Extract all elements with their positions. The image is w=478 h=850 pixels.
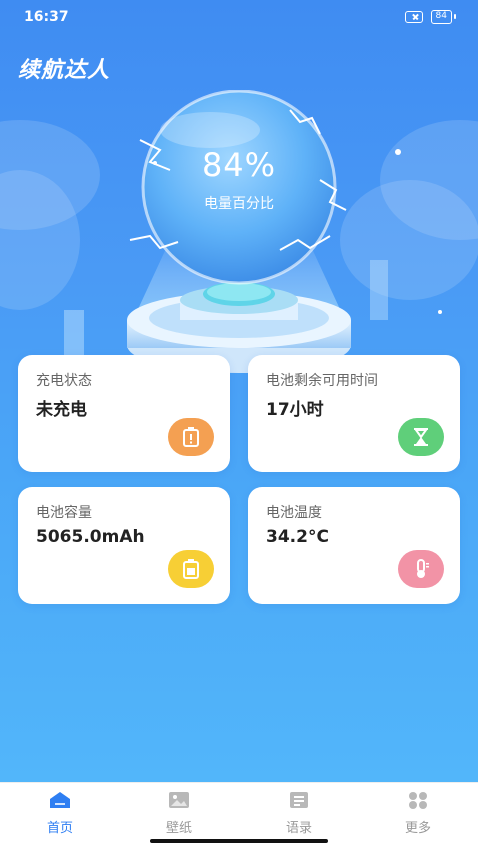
wallpaper-icon — [168, 791, 190, 809]
status-time: 16:37 — [24, 9, 69, 25]
nav-item-wallpaper[interactable]: 壁纸 — [139, 791, 219, 836]
charging-status-card[interactable]: 充电状态 未充电 — [18, 355, 230, 472]
battery-status-icon: 84 — [430, 10, 457, 24]
status-icons: 84 — [404, 10, 457, 24]
card-value: 17小时 — [266, 400, 324, 420]
more-grid-icon — [407, 791, 429, 809]
battery-percentage: 84% — [201, 146, 277, 184]
thermometer-icon — [398, 550, 444, 588]
card-label: 电池温度 — [266, 505, 322, 521]
battery-capacity-card[interactable]: 电池容量 5065.0mAh — [18, 487, 230, 604]
nav-item-quotes[interactable]: 语录 — [259, 791, 339, 836]
status-bar: 16:37 84 — [0, 0, 478, 36]
card-label: 电池容量 — [36, 505, 92, 521]
nav-label: 壁纸 — [165, 821, 192, 836]
battery-orb-illustration — [64, 90, 442, 373]
nav-label: 语录 — [285, 821, 312, 836]
card-value: 未充电 — [36, 400, 87, 420]
card-value: 34.2°C — [266, 527, 329, 547]
card-label: 电池剩余可用时间 — [266, 373, 378, 389]
remaining-time-card[interactable]: 电池剩余可用时间 17小时 — [248, 355, 460, 472]
battery-alert-icon — [168, 418, 214, 456]
nav-item-more[interactable]: 更多 — [378, 791, 458, 836]
hourglass-icon — [398, 418, 444, 456]
no-sim-icon — [404, 11, 423, 23]
quotes-icon — [288, 791, 310, 809]
battery-temperature-card[interactable]: 电池温度 34.2°C — [248, 487, 460, 604]
home-indicator — [150, 839, 328, 843]
home-icon — [49, 791, 71, 809]
nav-item-home[interactable]: 首页 — [20, 791, 100, 836]
card-value: 5065.0mAh — [36, 527, 145, 547]
app-screen: 16:37 84 续航达人 84% 电量百分比 充电状态 未充电 电池剩余可用时… — [0, 0, 478, 782]
card-label: 充电状态 — [36, 373, 92, 389]
nav-label: 更多 — [404, 821, 431, 836]
battery-icon — [168, 550, 214, 588]
battery-percentage-label: 电量百分比 — [204, 196, 274, 212]
app-title: 续航达人 — [18, 58, 111, 83]
nav-label: 首页 — [46, 821, 73, 836]
